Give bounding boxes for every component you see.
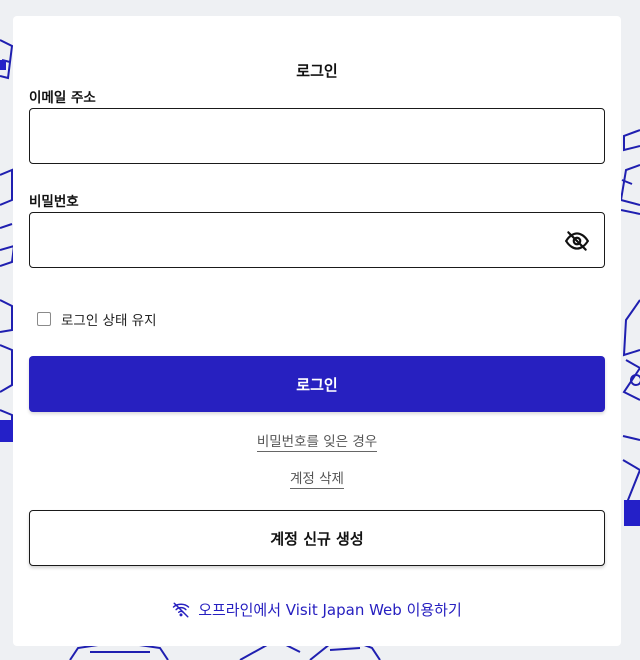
delete-account-link[interactable]: 계정 삭제: [290, 471, 344, 489]
offline-link[interactable]: 오프라인에서 Visit Japan Web 이용하기: [13, 599, 621, 620]
password-input[interactable]: [30, 213, 604, 267]
eye-slash-icon[interactable]: [564, 228, 590, 254]
remember-label: 로그인 상태 유지: [61, 313, 157, 329]
forgot-password-container: 비밀번호를 잊은 경우: [13, 430, 621, 452]
login-title: 로그인: [296, 62, 338, 80]
email-label: 이메일 주소: [29, 90, 96, 106]
email-field-container: [29, 108, 605, 164]
signup-button[interactable]: 계정 신규 생성: [29, 510, 605, 566]
forgot-password-link[interactable]: 비밀번호를 잊은 경우: [256, 434, 378, 452]
password-label: 비밀번호: [29, 194, 79, 210]
password-field-container: [29, 212, 605, 268]
login-card: 로그인 이메일 주소 비밀번호 로그인 상태 유지 로그인 비밀번호를 잊은 경…: [13, 16, 621, 646]
email-input[interactable]: [30, 109, 604, 163]
delete-account-container: 계정 삭제: [13, 467, 621, 489]
offline-link-label: 오프라인에서 Visit Japan Web 이용하기: [198, 601, 462, 619]
remember-checkbox[interactable]: [37, 312, 51, 326]
login-button[interactable]: 로그인: [29, 356, 605, 412]
wifi-off-icon: [172, 602, 190, 617]
remember-me[interactable]: 로그인 상태 유지: [37, 309, 157, 329]
